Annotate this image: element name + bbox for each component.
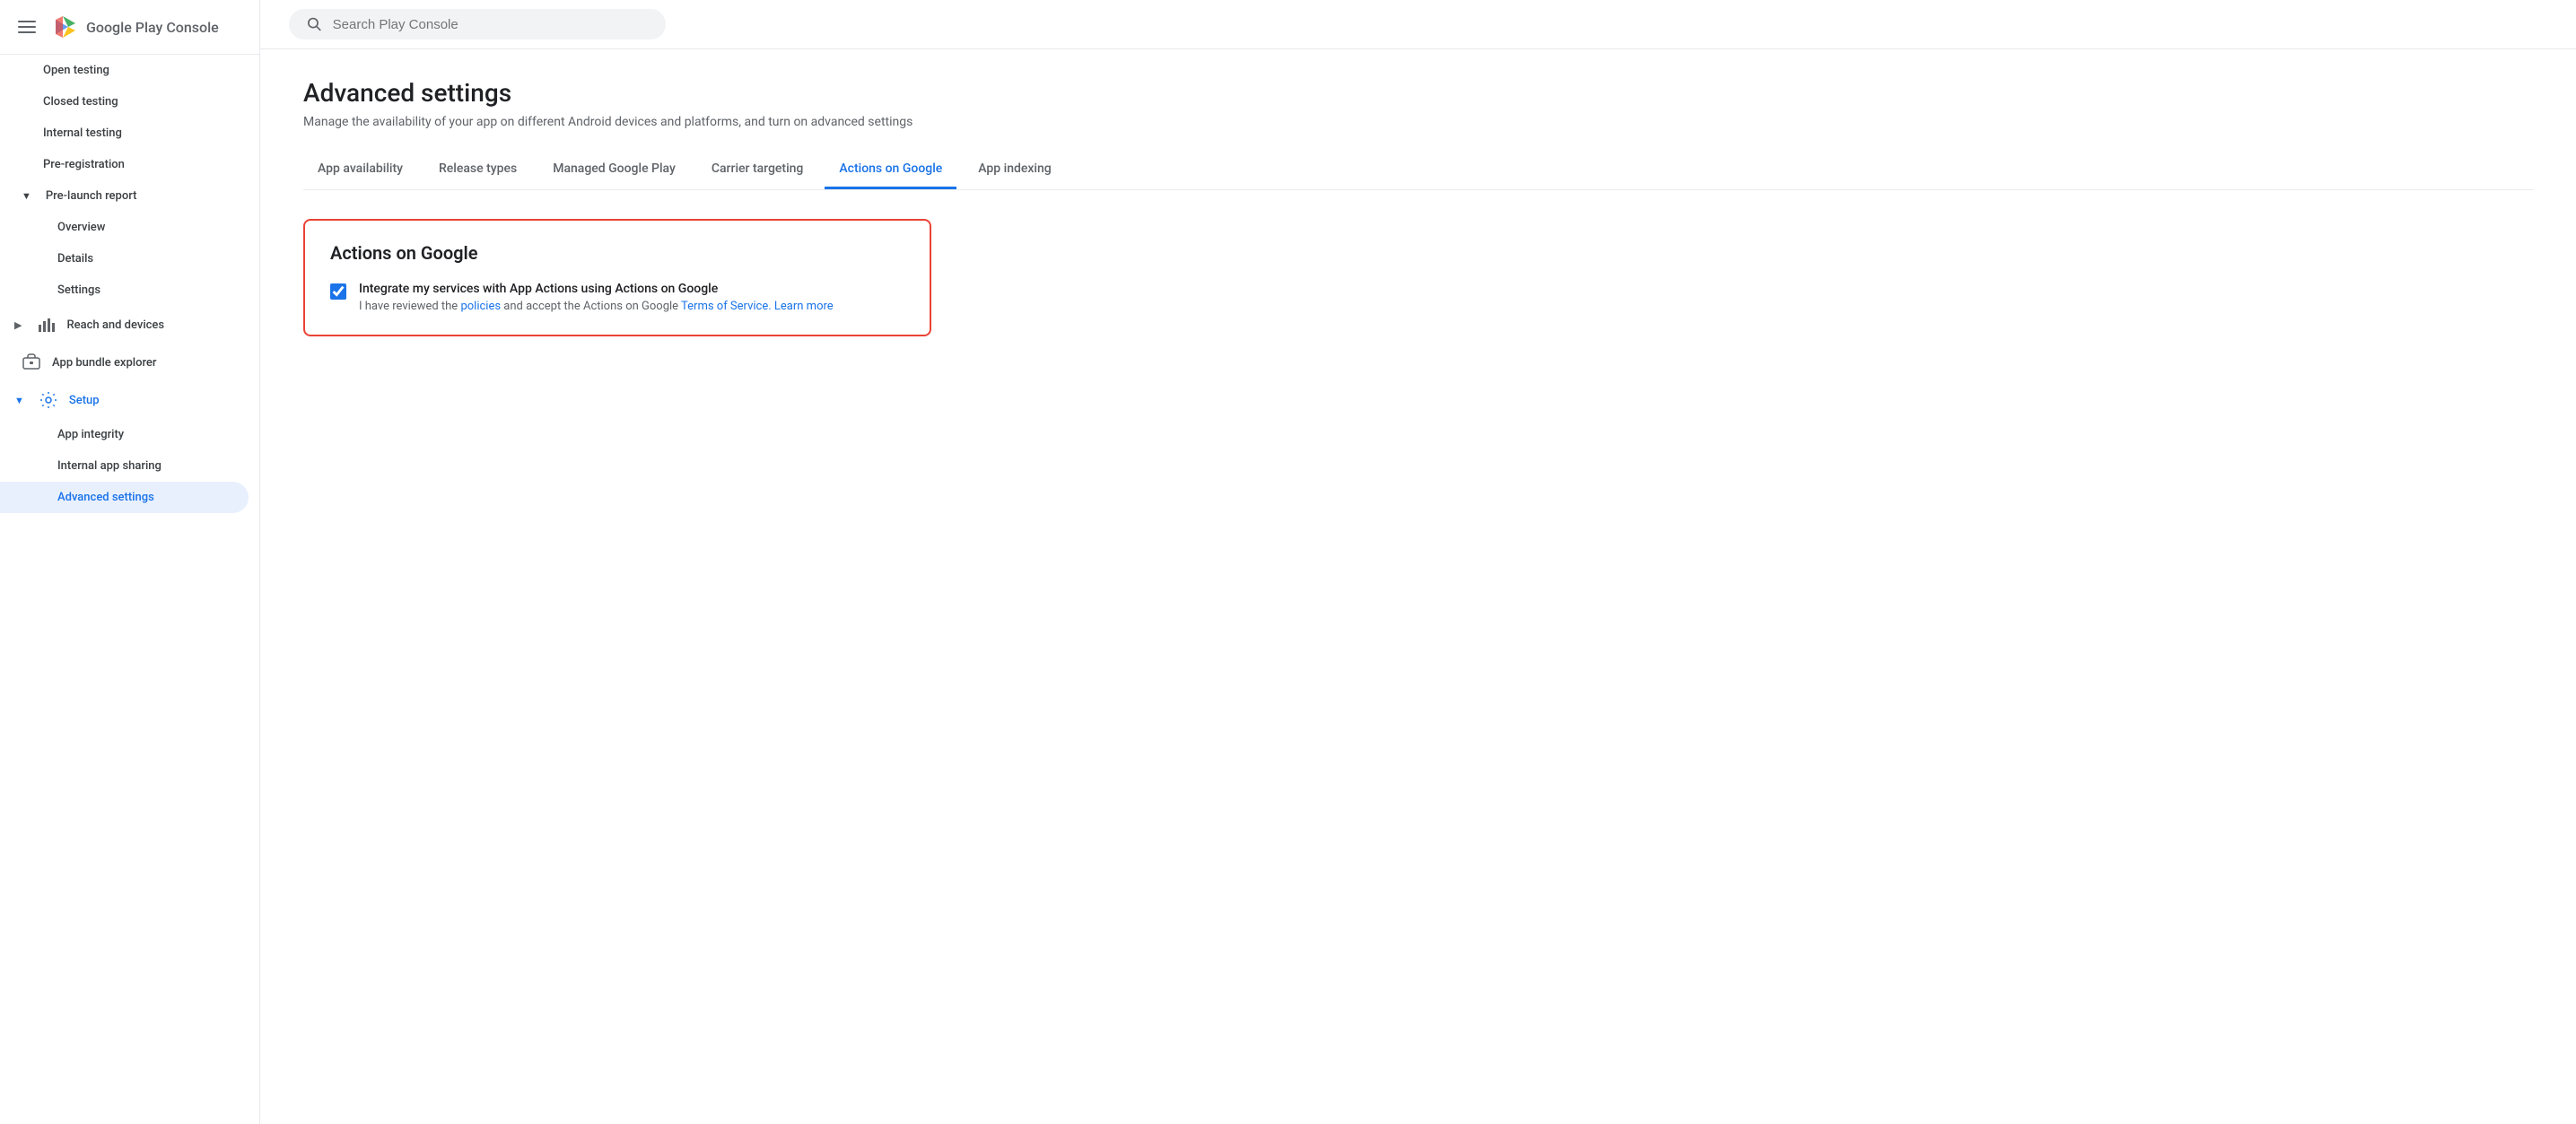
checkbox-sub-label: I have reviewed the policies and accept …: [359, 300, 834, 313]
sidebar-item-setup[interactable]: ▼ Setup: [0, 381, 249, 419]
sidebar-item-internal-testing[interactable]: Internal testing: [0, 118, 249, 149]
integrate-checkbox-row: Integrate my services with App Actions u…: [330, 282, 904, 313]
sidebar-item-pre-launch-report[interactable]: ▼ Pre-launch report: [0, 180, 249, 212]
sidebar: Google Play Console Open testing Closed …: [0, 0, 260, 1124]
integrate-checkbox[interactable]: [330, 283, 346, 300]
bundle-icon: [22, 353, 41, 372]
app-logo-text: Google Play Console: [86, 19, 219, 36]
sidebar-item-details[interactable]: Details: [0, 243, 249, 274]
tab-managed-google-play[interactable]: Managed Google Play: [538, 151, 690, 189]
sidebar-item-overview[interactable]: Overview: [0, 212, 249, 243]
hamburger-menu[interactable]: [14, 17, 39, 37]
sidebar-nav: Open testing Closed testing Internal tes…: [0, 55, 259, 513]
card-title: Actions on Google: [330, 242, 904, 264]
page-content-area: Advanced settings Manage the availabilit…: [260, 49, 2576, 1124]
chevron-down-icon: ▼: [22, 190, 31, 202]
learn-more-link[interactable]: Learn more: [774, 300, 834, 313]
sidebar-item-closed-testing[interactable]: Closed testing: [0, 86, 249, 118]
sub-label-mid: and accept the Actions on Google: [501, 300, 681, 313]
search-input[interactable]: [333, 17, 648, 32]
main-content: Advanced settings Manage the availabilit…: [260, 0, 2576, 1124]
tab-actions-on-google[interactable]: Actions on Google: [825, 151, 956, 189]
search-bar[interactable]: [289, 9, 666, 39]
sidebar-item-open-testing[interactable]: Open testing: [0, 55, 249, 86]
sidebar-item-app-integrity[interactable]: App integrity: [0, 419, 249, 450]
chevron-right-icon: ▶: [14, 319, 22, 331]
checkbox-main-label[interactable]: Integrate my services with App Actions u…: [359, 282, 834, 296]
actions-on-google-card: Actions on Google Integrate my services …: [303, 219, 931, 336]
tab-app-indexing[interactable]: App indexing: [964, 151, 1065, 189]
sidebar-item-reach-devices[interactable]: ▶ Reach and devices: [0, 306, 249, 344]
topbar: [260, 0, 2576, 49]
logo-area: Google Play Console: [50, 13, 219, 41]
tos-link[interactable]: Terms of Service.: [681, 300, 772, 313]
search-icon: [307, 16, 322, 32]
sidebar-item-pre-registration[interactable]: Pre-registration: [0, 149, 249, 180]
tab-release-types[interactable]: Release types: [424, 151, 531, 189]
page-subtitle: Manage the availability of your app on d…: [303, 115, 2533, 129]
sidebar-item-settings-prelaunch[interactable]: Settings: [0, 274, 249, 306]
sidebar-header: Google Play Console: [0, 0, 259, 55]
page-title: Advanced settings: [303, 78, 2533, 108]
sidebar-item-advanced-settings[interactable]: Advanced settings: [0, 482, 249, 513]
tab-app-availability[interactable]: App availability: [303, 151, 417, 189]
sub-label-before: I have reviewed the: [359, 300, 460, 313]
bar-chart-icon: [36, 315, 56, 335]
chevron-down-setup-icon: ▼: [14, 395, 24, 406]
sidebar-item-app-bundle-explorer[interactable]: App bundle explorer: [0, 344, 249, 381]
policies-link[interactable]: policies: [460, 300, 501, 313]
play-console-logo-icon: [50, 13, 79, 41]
checkbox-wrap[interactable]: [330, 283, 346, 303]
tab-carrier-targeting[interactable]: Carrier targeting: [697, 151, 818, 189]
tabs-bar: App availability Release types Managed G…: [303, 151, 2533, 190]
gear-icon: [39, 390, 58, 410]
checkbox-label-area: Integrate my services with App Actions u…: [359, 282, 834, 313]
sidebar-item-internal-app-sharing[interactable]: Internal app sharing: [0, 450, 249, 482]
